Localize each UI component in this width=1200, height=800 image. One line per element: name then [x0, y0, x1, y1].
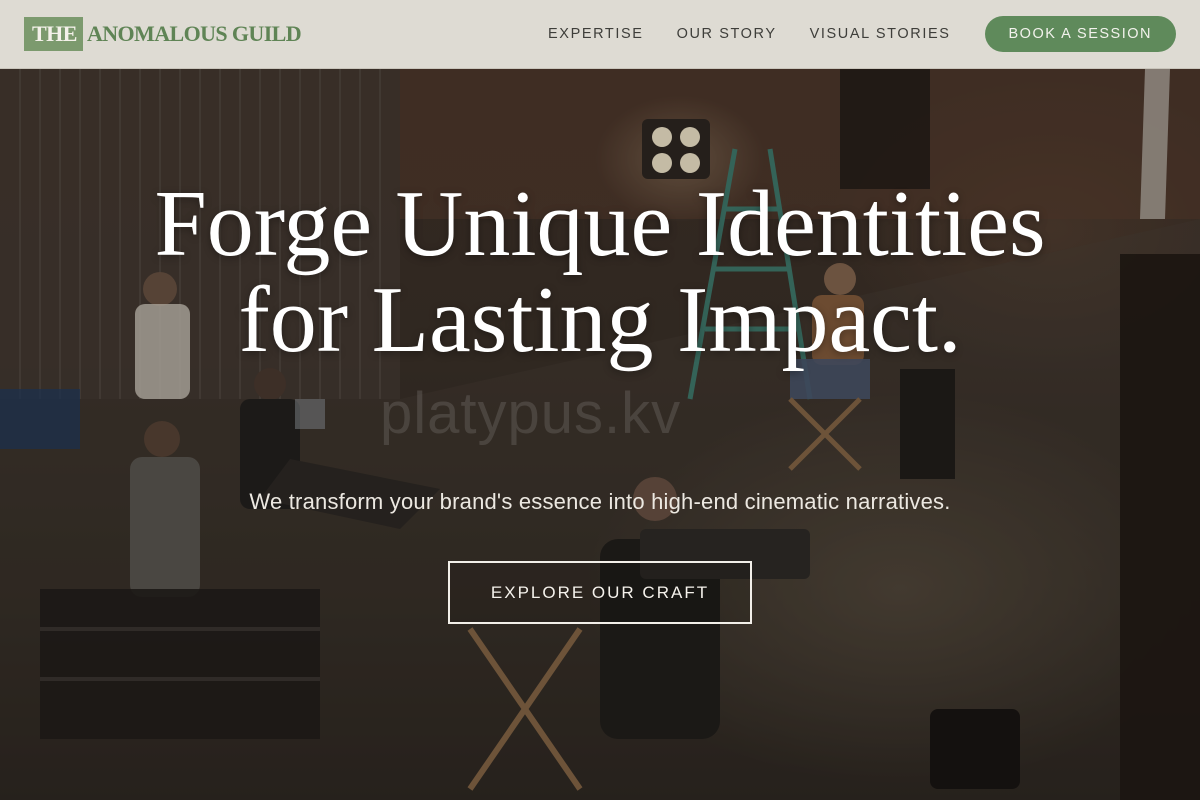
logo-text: ANOMALOUS GUILD — [86, 21, 302, 46]
nav-link-visual-stories[interactable]: VISUAL STORIES — [810, 26, 951, 42]
page: THE ANOMALOUS GUILD EXPERTISE OUR STORY … — [0, 0, 1200, 800]
site-header: THE ANOMALOUS GUILD EXPERTISE OUR STORY … — [0, 0, 1200, 69]
logo-highlight: THE — [24, 17, 83, 51]
brand-logo[interactable]: THE ANOMALOUS GUILD — [24, 17, 302, 51]
nav-link-our-story[interactable]: OUR STORY — [677, 26, 777, 42]
explore-craft-button[interactable]: EXPLORE OUR CRAFT — [448, 561, 752, 624]
main-nav: EXPERTISE OUR STORY VISUAL STORIES BOOK … — [548, 0, 1176, 68]
nav-link-expertise[interactable]: EXPERTISE — [548, 26, 644, 42]
hero-title: Forge Unique Identities for Lasting Impa… — [154, 172, 1046, 372]
book-session-button[interactable]: BOOK A SESSION — [984, 16, 1176, 52]
watermark-text: platypus.kv — [380, 381, 682, 446]
hero-subtitle: We transform your brand's essence into h… — [249, 489, 951, 514]
